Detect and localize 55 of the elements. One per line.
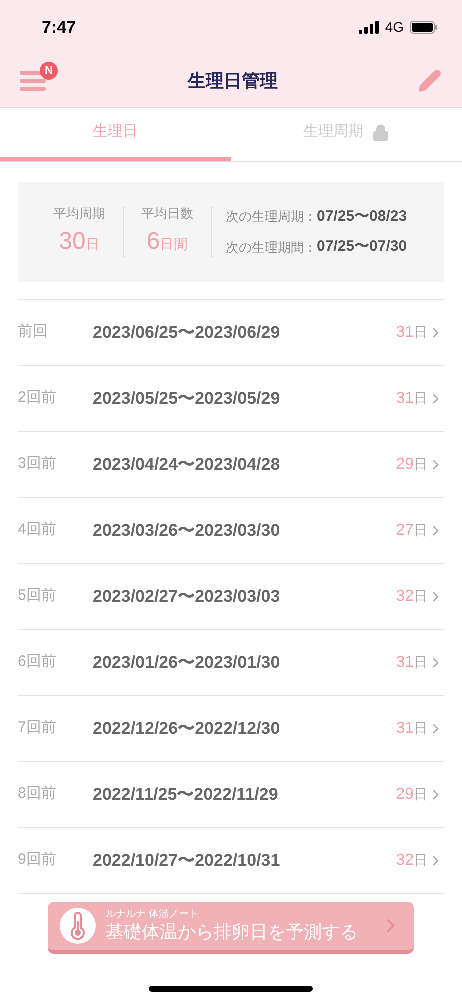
period-row[interactable]: 3回前 2023/04/24〜2023/04/28 29日: [18, 432, 444, 498]
period-range: 2022/11/25〜2022/11/29: [93, 784, 280, 806]
period-row[interactable]: 5回前 2023/02/27〜2023/03/03 32日: [18, 564, 444, 630]
period-row[interactable]: 2回前 2023/05/25〜2023/05/29 31日: [18, 366, 444, 432]
period-range: 2023/04/24〜2023/04/28: [93, 454, 282, 476]
cycle-days: 31日: [396, 716, 428, 740]
notification-badge: N: [40, 62, 58, 80]
period-range: 2023/06/25〜2023/06/29: [93, 322, 282, 344]
banner-title: 基礎体温から排卵日を予測する: [106, 921, 358, 944]
cycle-days: 31日: [396, 386, 428, 410]
period-label: 8回前: [18, 784, 58, 804]
period-label: 7回前: [18, 718, 58, 738]
period-row[interactable]: 7回前 2022/12/26〜2022/12/30 31日: [18, 696, 444, 762]
cycle-days: 31日: [396, 650, 428, 674]
period-row[interactable]: 8回前 2022/11/25〜2022/11/29 29日: [18, 762, 444, 828]
period-range: 2022/12/26〜2022/12/30: [93, 718, 282, 740]
period-row[interactable]: 9回前 2022/10/27〜2022/10/31 32日: [18, 828, 444, 894]
period-label: 2回前: [18, 388, 58, 408]
signal-icon: [359, 21, 380, 34]
period-range: 2023/02/27〜2023/03/03: [93, 586, 282, 608]
period-label: 3回前: [18, 454, 58, 474]
network-label: 4G: [385, 18, 404, 37]
banner-subtitle: ルナルナ 体温ノート: [106, 908, 199, 921]
next-label: 次の生理期間：: [226, 238, 317, 256]
period-range: 2023/01/26〜2023/01/30: [93, 652, 282, 674]
period-row[interactable]: 6回前 2023/01/26〜2023/01/30 31日: [18, 630, 444, 696]
cycle-days: 29日: [396, 452, 428, 476]
next-range: 07/25〜08/23: [317, 206, 408, 226]
next-range: 07/25〜07/30: [317, 237, 408, 257]
cycle-days: 32日: [396, 848, 428, 872]
period-row[interactable]: 4回前 2023/03/26〜2023/03/30 27日: [18, 498, 444, 564]
stat-label: 平均日数: [142, 205, 194, 224]
cycle-days: 31日: [396, 320, 428, 344]
period-range: 2022/10/27〜2022/10/31: [93, 850, 282, 872]
stat-value: 6日間: [146, 226, 188, 257]
screen-title: 生理日管理: [188, 70, 278, 92]
cycle-days: 27日: [396, 518, 428, 542]
status-time: 7:47: [42, 16, 76, 39]
next-label: 次の生理周期：: [226, 208, 317, 226]
battery-icon: [410, 21, 438, 34]
period-range: 2023/05/25〜2023/05/29: [93, 388, 282, 410]
edit-button[interactable]: [418, 69, 442, 93]
thermometer-icon: [60, 908, 96, 944]
stat-label: 平均周期: [54, 205, 106, 224]
pencil-icon: [418, 69, 442, 93]
period-label: 6回前: [18, 652, 58, 672]
period-label: 前回: [18, 322, 49, 342]
period-row[interactable]: 前回 2023/06/25〜2023/06/29 31日: [18, 300, 444, 366]
period-label: 5回前: [18, 586, 58, 606]
cycle-days: 29日: [396, 782, 428, 806]
period-label: 9回前: [18, 850, 58, 870]
period-range: 2023/03/26〜2023/03/30: [93, 520, 282, 542]
period-label: 4回前: [18, 520, 58, 540]
cycle-days: 32日: [396, 584, 428, 608]
stat-value: 30 日: [59, 226, 100, 257]
